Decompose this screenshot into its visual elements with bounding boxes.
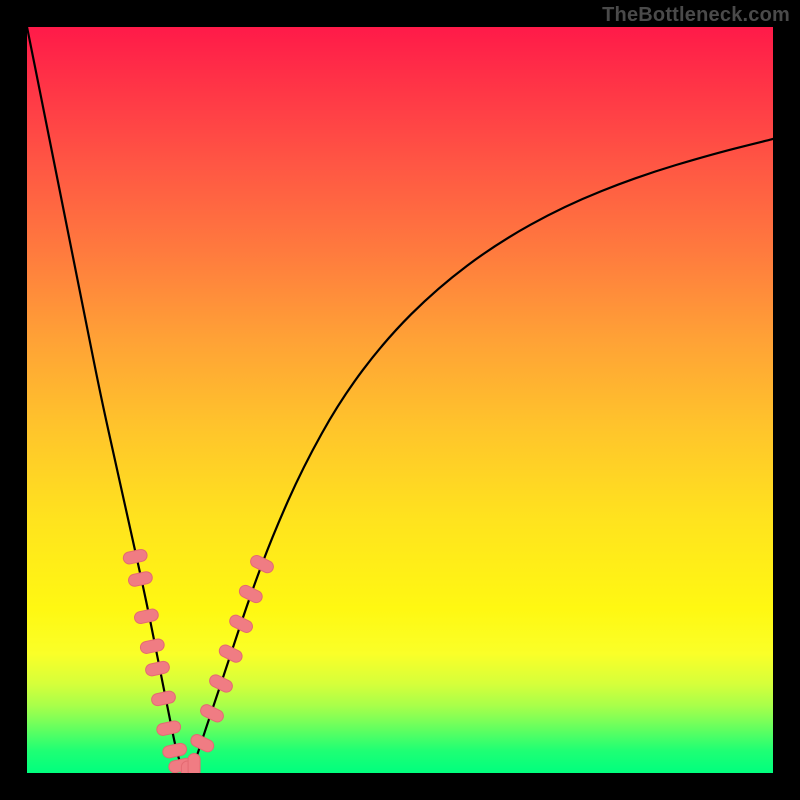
curve-marker	[133, 608, 159, 625]
curve-marker	[139, 638, 165, 655]
curve-marker	[127, 571, 153, 588]
chart-frame: TheBottleneck.com	[0, 0, 800, 800]
curve-marker	[189, 733, 216, 754]
marker-group	[122, 548, 275, 773]
plot-area	[27, 27, 773, 773]
curve-marker	[122, 548, 148, 565]
watermark-text: TheBottleneck.com	[602, 4, 790, 27]
bottleneck-curve	[27, 27, 773, 773]
curve-marker	[188, 754, 200, 774]
curve-marker	[145, 660, 171, 677]
curve-marker	[199, 703, 226, 724]
curve-marker	[208, 673, 235, 694]
curve-marker	[162, 742, 188, 759]
curve-marker	[228, 613, 255, 634]
curve-marker	[237, 583, 264, 604]
curve-marker	[151, 690, 177, 707]
curve-marker	[217, 643, 244, 664]
curve-marker	[249, 553, 276, 574]
curve-layer	[27, 27, 773, 773]
curve-marker	[156, 720, 182, 737]
